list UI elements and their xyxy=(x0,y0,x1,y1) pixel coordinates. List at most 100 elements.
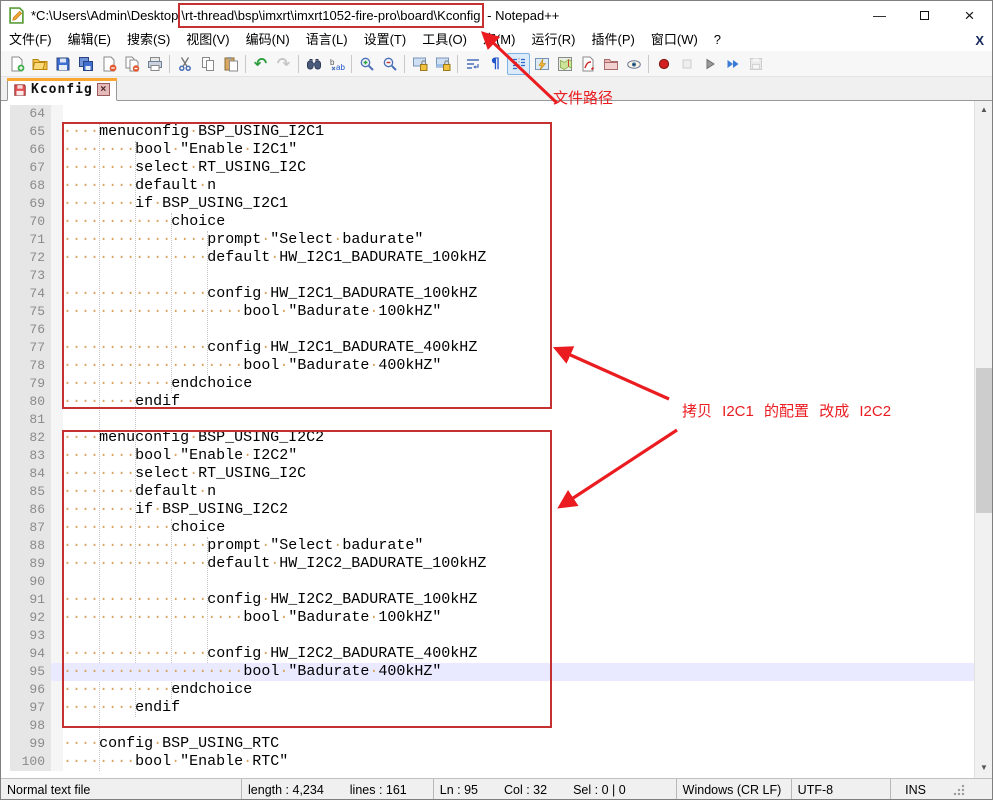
fold-margin[interactable] xyxy=(51,177,63,195)
menu-item-10[interactable]: 插件(P) xyxy=(584,29,643,51)
fold-margin[interactable] xyxy=(51,483,63,501)
bookmark-margin[interactable] xyxy=(1,573,10,591)
line-number[interactable]: 95 xyxy=(10,663,51,681)
bookmark-margin[interactable] xyxy=(1,393,10,411)
show-all-characters-button[interactable]: ¶ xyxy=(484,53,507,75)
fold-margin[interactable] xyxy=(51,231,63,249)
line-number[interactable]: 98 xyxy=(10,717,51,735)
close-file-button[interactable] xyxy=(97,53,120,75)
save-button[interactable] xyxy=(51,53,74,75)
status-encoding[interactable]: UTF-8 xyxy=(792,779,891,800)
fold-margin[interactable] xyxy=(51,357,63,375)
macro-record-button[interactable] xyxy=(652,53,675,75)
fold-margin[interactable] xyxy=(51,681,63,699)
line-number[interactable]: 69 xyxy=(10,195,51,213)
fold-margin[interactable] xyxy=(51,501,63,519)
fold-margin[interactable] xyxy=(51,123,63,141)
fold-margin[interactable] xyxy=(51,411,63,429)
bookmark-margin[interactable] xyxy=(1,411,10,429)
code-text[interactable]: ········select·RT_USING_I2C xyxy=(63,465,992,483)
code-text[interactable]: ················default·HW_I2C2_BADURATE… xyxy=(63,555,992,573)
menu-item-6[interactable]: 设置(T) xyxy=(356,29,415,51)
resize-grip[interactable] xyxy=(952,783,966,797)
fold-margin[interactable] xyxy=(51,753,63,771)
fold-margin[interactable] xyxy=(51,159,63,177)
bookmark-margin[interactable] xyxy=(1,627,10,645)
code-text[interactable]: ········bool·"Enable·I2C2" xyxy=(63,447,992,465)
fold-margin[interactable] xyxy=(51,447,63,465)
bookmark-margin[interactable] xyxy=(1,609,10,627)
fold-margin[interactable] xyxy=(51,213,63,231)
fold-margin[interactable] xyxy=(51,267,63,285)
menu-item-7[interactable]: 工具(O) xyxy=(414,29,475,51)
fold-margin[interactable] xyxy=(51,537,63,555)
line-number[interactable]: 78 xyxy=(10,357,51,375)
code-text[interactable]: ················config·HW_I2C2_BADURATE_… xyxy=(63,591,992,609)
save-all-button[interactable] xyxy=(74,53,97,75)
new-file-button[interactable] xyxy=(5,53,28,75)
code-text[interactable]: ············endchoice xyxy=(63,375,992,393)
bookmark-margin[interactable] xyxy=(1,375,10,393)
line-number[interactable]: 71 xyxy=(10,231,51,249)
macro-run-multiple-button[interactable] xyxy=(721,53,744,75)
line-number[interactable]: 87 xyxy=(10,519,51,537)
fold-margin[interactable] xyxy=(51,573,63,591)
fold-margin[interactable] xyxy=(51,735,63,753)
code-text[interactable] xyxy=(63,573,992,591)
close-document-button[interactable]: X xyxy=(975,33,984,48)
scrollbar-thumb[interactable] xyxy=(976,368,992,513)
fold-margin[interactable] xyxy=(51,645,63,663)
line-number[interactable]: 84 xyxy=(10,465,51,483)
function-list-button[interactable] xyxy=(576,53,599,75)
macro-save-button[interactable] xyxy=(744,53,767,75)
line-number[interactable]: 92 xyxy=(10,609,51,627)
code-text[interactable] xyxy=(63,105,992,123)
line-number[interactable]: 70 xyxy=(10,213,51,231)
line-number[interactable]: 76 xyxy=(10,321,51,339)
bookmark-margin[interactable] xyxy=(1,339,10,357)
folder-as-workspace-button[interactable] xyxy=(599,53,622,75)
code-text[interactable]: ········select·RT_USING_I2C xyxy=(63,159,992,177)
bookmark-margin[interactable] xyxy=(1,717,10,735)
line-number[interactable]: 91 xyxy=(10,591,51,609)
menu-item-3[interactable]: 视图(V) xyxy=(178,29,237,51)
fold-margin[interactable] xyxy=(51,249,63,267)
bookmark-margin[interactable] xyxy=(1,231,10,249)
bookmark-margin[interactable] xyxy=(1,645,10,663)
cut-button[interactable] xyxy=(173,53,196,75)
open-file-button[interactable] xyxy=(28,53,51,75)
fold-margin[interactable] xyxy=(51,609,63,627)
redo-button[interactable]: ↷ xyxy=(272,53,295,75)
minimize-button[interactable]: — xyxy=(857,1,902,29)
menu-item-1[interactable]: 编辑(E) xyxy=(60,29,119,51)
line-number[interactable]: 64 xyxy=(10,105,51,123)
menu-item-11[interactable]: 窗口(W) xyxy=(643,29,706,51)
code-text[interactable]: ····················bool·"Badurate·400kH… xyxy=(63,357,992,375)
code-text[interactable] xyxy=(63,627,992,645)
fold-margin[interactable] xyxy=(51,555,63,573)
bookmark-margin[interactable] xyxy=(1,141,10,159)
bookmark-margin[interactable] xyxy=(1,195,10,213)
fold-margin[interactable] xyxy=(51,285,63,303)
fold-margin[interactable] xyxy=(51,303,63,321)
line-number[interactable]: 73 xyxy=(10,267,51,285)
tab-kconfig[interactable]: Kconfig × xyxy=(7,78,117,101)
fold-margin[interactable] xyxy=(51,339,63,357)
bookmark-margin[interactable] xyxy=(1,213,10,231)
code-text[interactable]: ····················bool·"Badurate·400kH… xyxy=(63,663,992,681)
line-number[interactable]: 72 xyxy=(10,249,51,267)
line-number[interactable]: 90 xyxy=(10,573,51,591)
close-button[interactable]: × xyxy=(947,1,992,29)
show-indent-guide-button[interactable] xyxy=(507,53,530,75)
line-number[interactable]: 75 xyxy=(10,303,51,321)
code-text[interactable] xyxy=(63,267,992,285)
code-text[interactable]: ················config·HW_I2C2_BADURATE_… xyxy=(63,645,992,663)
fold-margin[interactable] xyxy=(51,627,63,645)
word-wrap-button[interactable] xyxy=(461,53,484,75)
line-number[interactable]: 89 xyxy=(10,555,51,573)
find-button[interactable] xyxy=(302,53,325,75)
user-defined-language-button[interactable] xyxy=(530,53,553,75)
bookmark-margin[interactable] xyxy=(1,303,10,321)
code-text[interactable]: ····················bool·"Badurate·100kH… xyxy=(63,303,992,321)
replace-button[interactable]: bab xyxy=(325,53,348,75)
